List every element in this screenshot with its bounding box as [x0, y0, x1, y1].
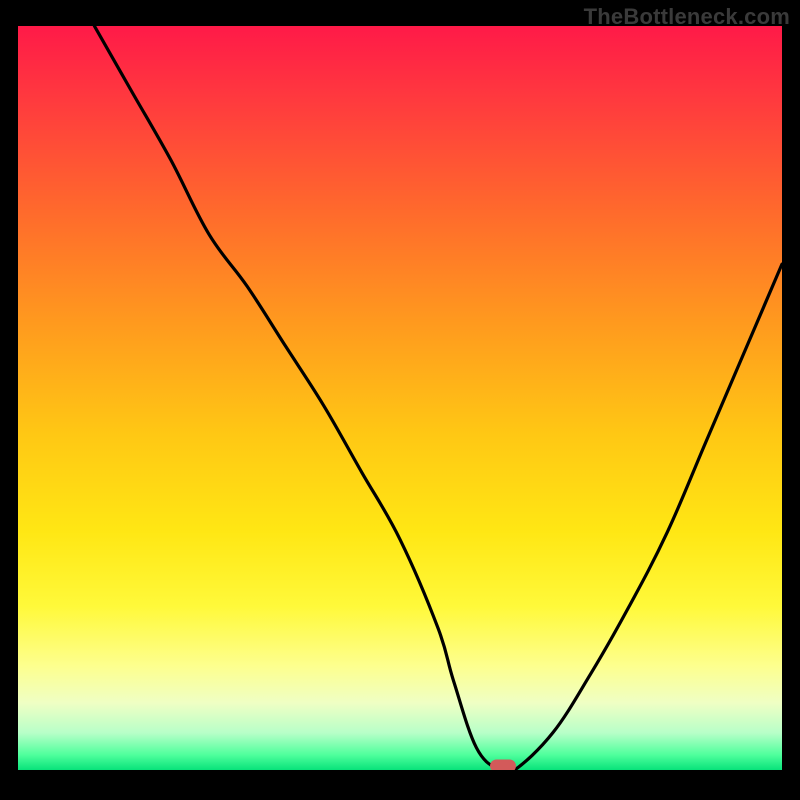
plot-area [18, 26, 782, 770]
bottleneck-curve [94, 26, 782, 770]
curve-svg [18, 26, 782, 770]
watermark-text: TheBottleneck.com [584, 4, 790, 30]
chart-frame: TheBottleneck.com [0, 0, 800, 800]
optimal-marker [490, 760, 516, 770]
